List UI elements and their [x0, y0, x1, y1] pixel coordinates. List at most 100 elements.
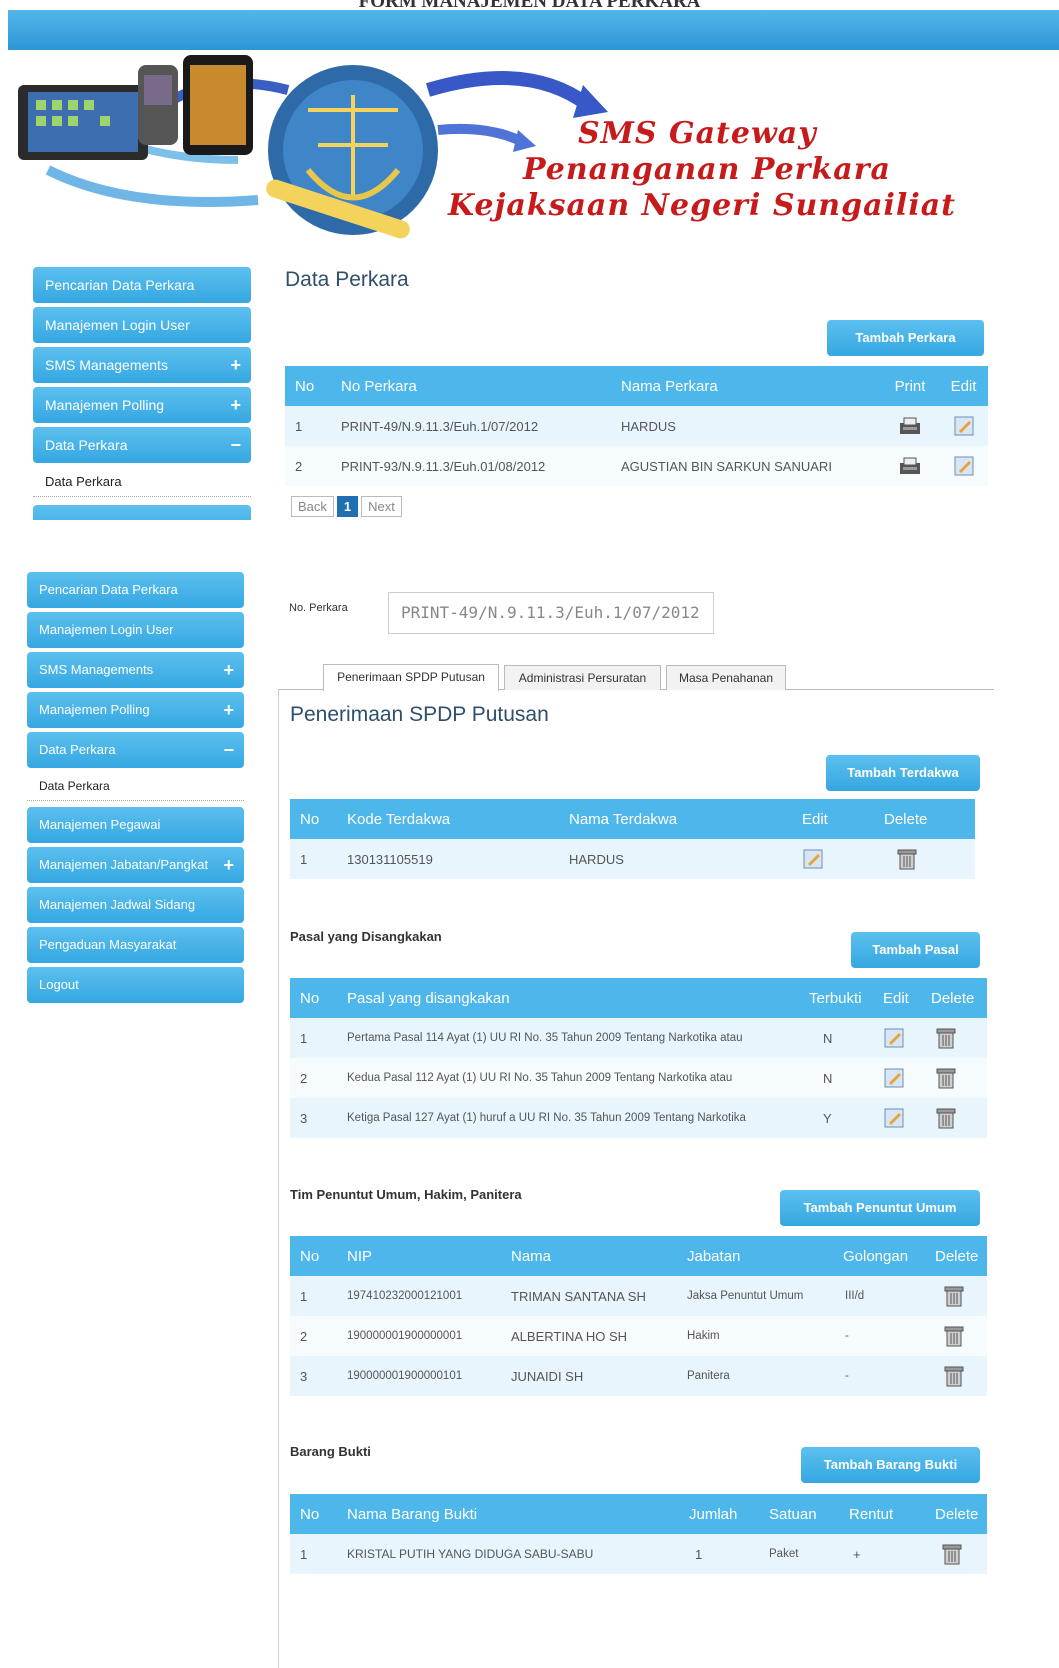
sidebar-item-pencarian[interactable]: Pencarian Data Perkara: [27, 572, 244, 608]
column-header: Nama Barang Bukti: [337, 1494, 679, 1534]
cell-rentut: +: [839, 1534, 925, 1574]
page-1-button[interactable]: 1: [336, 496, 359, 517]
expand-icon: +: [223, 855, 234, 875]
sidebar-item-label: Pengaduan Masyarakat: [39, 937, 177, 952]
column-header: Terbukti: [803, 978, 877, 1018]
column-header: NIP: [337, 1236, 501, 1276]
cell-terbukti: Y: [803, 1098, 877, 1138]
terdakwa-table: No Kode Terdakwa Nama Terdakwa Edit Dele…: [290, 799, 975, 879]
tim-table: No NIP Nama Jabatan Golongan Delete 1 19…: [290, 1236, 987, 1396]
edit-icon[interactable]: [883, 1027, 905, 1049]
cell-pasal: Pertama Pasal 114 Ayat (1) UU RI No. 35 …: [337, 1018, 803, 1058]
table-header: No Pasal yang disangkakan Terbukti Edit …: [290, 978, 987, 1018]
table-header: No Kode Terdakwa Nama Terdakwa Edit Dele…: [290, 799, 975, 839]
sidebar-item-polling[interactable]: Manajemen Polling +: [27, 692, 244, 728]
arrow-shape: [437, 123, 526, 147]
document-title: FORM MANAJEMEN DATA PERKARA: [0, 0, 1059, 10]
edit-icon[interactable]: [883, 1067, 905, 1089]
cell-golongan: III/d: [833, 1276, 925, 1316]
expand-icon: +: [223, 660, 234, 680]
sidebar-item-pegawai[interactable]: Manajemen Pegawai: [27, 807, 244, 843]
sidebar-subitem-data-perkara[interactable]: Data Perkara: [33, 467, 251, 497]
cell-no: 2: [285, 446, 331, 486]
table-row: 1 PRINT-49/N.9.11.3/Euh.1/07/2012 HARDUS: [285, 406, 988, 446]
table-row: 2 PRINT-93/N.9.11.3/Euh.01/08/2012 AGUST…: [285, 446, 988, 486]
arrow-head: [513, 130, 536, 152]
sidebar-item-next[interactable]: [33, 505, 251, 520]
sidebar-item-pencarian[interactable]: Pencarian Data Perkara: [33, 267, 251, 303]
column-header: Edit: [792, 799, 874, 839]
arrow-head: [573, 85, 608, 118]
edit-icon[interactable]: [953, 415, 975, 437]
trash-icon[interactable]: [943, 1325, 965, 1347]
banner-title-line2: Penanganan Perkara: [523, 152, 891, 187]
back-button[interactable]: Back: [291, 496, 334, 517]
cell-pasal: Ketiga Pasal 127 Ayat (1) huruf a UU RI …: [337, 1098, 803, 1138]
cell-jabatan: Hakim: [677, 1316, 833, 1356]
column-header: Delete: [923, 978, 987, 1018]
tambah-pasal-button[interactable]: Tambah Pasal: [851, 932, 980, 968]
edit-icon[interactable]: [802, 848, 824, 870]
tab-penerimaan-spdp[interactable]: Penerimaan SPDP Putusan: [323, 664, 499, 691]
sidebar-item-data-perkara[interactable]: Data Perkara −: [27, 732, 244, 768]
expand-icon: +: [223, 700, 234, 720]
column-header: Nama: [501, 1236, 677, 1276]
tambah-penuntut-umum-button[interactable]: Tambah Penuntut Umum: [780, 1190, 980, 1226]
sidebar-item-login-user[interactable]: Manajemen Login User: [27, 612, 244, 648]
sidebar-item-label: Manajemen Polling: [39, 702, 150, 717]
cell-nip: 190000001900000001: [337, 1316, 501, 1356]
trash-icon[interactable]: [935, 1027, 957, 1049]
edit-icon[interactable]: [883, 1107, 905, 1129]
column-header: No: [290, 1494, 337, 1534]
sidebar-item-data-perkara[interactable]: Data Perkara −: [33, 427, 251, 463]
sidebar-item-logout[interactable]: Logout: [27, 967, 244, 1003]
trash-icon[interactable]: [935, 1067, 957, 1089]
expand-icon: +: [230, 355, 241, 375]
banner-title-line1: SMS Gateway: [578, 116, 817, 151]
print-icon[interactable]: [899, 416, 921, 436]
page-title: Data Perkara: [285, 268, 409, 291]
table-row: 1 Pertama Pasal 114 Ayat (1) UU RI No. 3…: [290, 1018, 987, 1058]
trash-icon[interactable]: [935, 1107, 957, 1129]
table-row: 1 KRISTAL PUTIH YANG DIDUGA SABU-SABU 1 …: [290, 1534, 987, 1574]
sidebar-item-login-user[interactable]: Manajemen Login User: [33, 307, 251, 343]
trash-icon[interactable]: [943, 1285, 965, 1307]
column-header: Jabatan: [677, 1236, 833, 1276]
column-header: Rentut: [839, 1494, 925, 1534]
sidebar-item-sms[interactable]: SMS Managements +: [33, 347, 251, 383]
cell-terbukti: N: [803, 1018, 877, 1058]
cell-nip: 190000001900000101: [337, 1356, 501, 1396]
sidebar-bottom: Pencarian Data Perkara Manajemen Login U…: [27, 572, 244, 1003]
tambah-barang-bukti-button[interactable]: Tambah Barang Bukti: [801, 1447, 980, 1483]
sidebar-item-label: Manajemen Login User: [45, 317, 190, 333]
collapse-icon: −: [230, 435, 241, 455]
print-icon[interactable]: [899, 456, 921, 476]
no-perkara-input[interactable]: PRINT-49/N.9.11.3/Euh.1/07/2012: [388, 592, 714, 634]
tambah-perkara-button[interactable]: Tambah Perkara: [827, 320, 984, 356]
trash-icon[interactable]: [896, 848, 918, 870]
table-row: 3 Ketiga Pasal 127 Ayat (1) huruf a UU R…: [290, 1098, 987, 1138]
tambah-terdakwa-button[interactable]: Tambah Terdakwa: [826, 755, 980, 791]
column-header: Delete: [874, 799, 975, 839]
cell-no: 1: [290, 1276, 337, 1316]
sidebar-subitem-data-perkara[interactable]: Data Perkara: [27, 771, 244, 801]
column-header: No: [285, 366, 331, 406]
sidebar-item-sms[interactable]: SMS Managements +: [27, 652, 244, 688]
edit-icon[interactable]: [953, 455, 975, 477]
next-button[interactable]: Next: [361, 496, 402, 517]
tab-masa-penahanan[interactable]: Masa Penahanan: [666, 665, 786, 690]
table-row: 2 190000001900000001 ALBERTINA HO SH Hak…: [290, 1316, 987, 1356]
trash-icon[interactable]: [943, 1365, 965, 1387]
banner-title-line3: Kejaksaan Negeri Sungailiat: [448, 188, 957, 223]
sidebar-item-polling[interactable]: Manajemen Polling +: [33, 387, 251, 423]
pasal-section-label: Pasal yang Disangkakan: [290, 929, 442, 944]
cell-no-perkara: PRINT-49/N.9.11.3/Euh.1/07/2012: [331, 406, 611, 446]
sidebar-item-jadwal-sidang[interactable]: Manajemen Jadwal Sidang: [27, 887, 244, 923]
tab-administrasi[interactable]: Administrasi Persuratan: [504, 665, 661, 690]
sidebar-item-label: Data Perkara: [39, 742, 116, 757]
trash-icon[interactable]: [941, 1543, 963, 1565]
column-header: Delete: [925, 1494, 987, 1534]
sidebar-item-jabatan[interactable]: Manajemen Jabatan/Pangkat +: [27, 847, 244, 883]
cell-golongan: -: [833, 1356, 925, 1396]
sidebar-item-pengaduan[interactable]: Pengaduan Masyarakat: [27, 927, 244, 963]
